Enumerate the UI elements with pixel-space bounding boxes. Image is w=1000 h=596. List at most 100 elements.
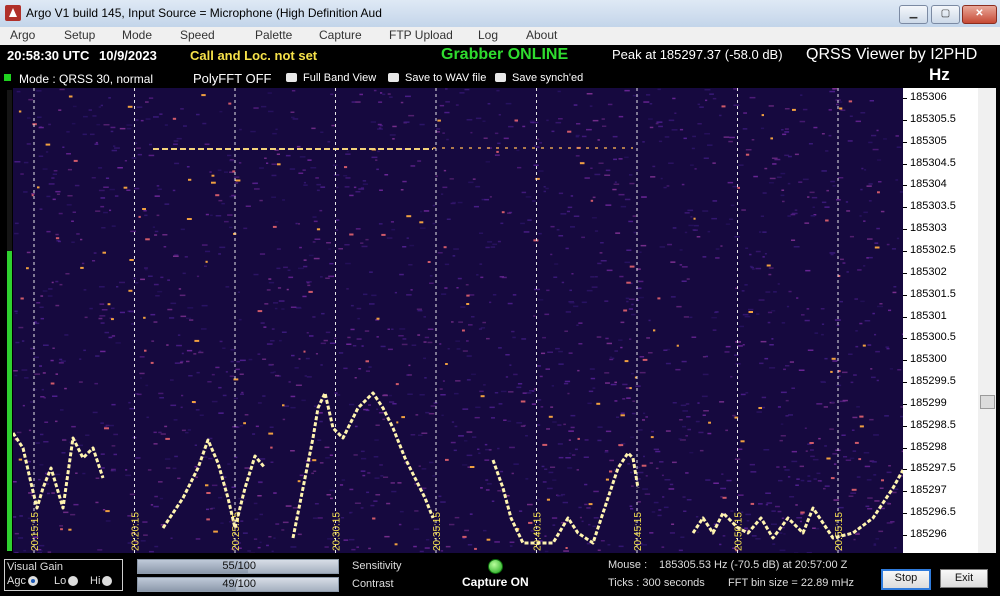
radio-icon[interactable] (102, 576, 113, 586)
freq-tick (903, 447, 907, 449)
status-panel: Visual Gain Agc Lo Hi 55/100 49/100 Sens… (0, 553, 1000, 596)
hi-radio[interactable]: Hi (90, 575, 113, 587)
level-meter (7, 90, 12, 551)
menu-palette[interactable]: Palette (255, 28, 292, 42)
brand-label: QRSS Viewer by I2PHD (806, 46, 978, 63)
checkbox-icon[interactable] (286, 73, 297, 82)
freq-tick (903, 469, 907, 471)
freq-label: 185296 (910, 528, 947, 540)
frequency-axis: 185306 185305.5 185305 185304.5 185304 185303… (903, 88, 978, 553)
full-band-view-checkbox[interactable]: Full Band View (286, 72, 376, 84)
freq-label: 185298 (910, 440, 947, 453)
app-icon[interactable] (5, 5, 21, 21)
title-bar: Argo V1 build 145, Input Source = Microp… (0, 0, 1000, 28)
freq-label: 185296.5 (910, 506, 956, 519)
menu-capture[interactable]: Capture (319, 28, 362, 42)
minimize-icon: ▁ (909, 8, 918, 19)
freq-label: 185297.5 (910, 462, 956, 475)
spectrogram-background (13, 88, 903, 553)
freq-tick (903, 272, 907, 274)
time-label: 20:45:15 (633, 512, 644, 551)
lo-radio[interactable]: Lo (54, 575, 79, 587)
freq-tick (903, 185, 907, 187)
freq-tick (903, 141, 907, 143)
mode-label: Mode : QRSS 30, normal (19, 72, 154, 86)
freq-label: 185305 (910, 134, 947, 147)
contrast-label: Contrast (352, 578, 394, 590)
mouse-readout: 185305.53 Hz (-70.5 dB) at 20:57:00 Z (659, 559, 848, 571)
contrast-slider[interactable]: 49/100 (137, 577, 339, 592)
freq-label: 185299.5 (910, 375, 956, 388)
visual-gain-label: Visual Gain (7, 561, 64, 573)
save-wav-checkbox[interactable]: Save to WAV file (388, 72, 486, 84)
scrollbar-thumb[interactable] (980, 394, 995, 409)
freq-tick (903, 338, 907, 340)
freq-label: 185298.5 (910, 418, 956, 431)
freq-tick (903, 229, 907, 231)
freq-label: 185302.5 (910, 243, 956, 256)
visual-gain-group: Visual Gain Agc Lo Hi (4, 559, 123, 591)
freq-label: 185303.5 (910, 200, 956, 213)
date: 10/9/2023 (99, 48, 157, 63)
freq-tick (903, 119, 907, 121)
menu-about[interactable]: About (526, 28, 557, 42)
menu-speed[interactable]: Speed (180, 28, 215, 42)
close-button[interactable]: ✕ (962, 5, 997, 24)
maximize-icon: ▢ (940, 8, 951, 19)
freq-tick (903, 316, 907, 318)
freq-tick (903, 207, 907, 209)
call-status: Call and Loc. not set (190, 48, 318, 63)
sensitivity-value: 55/100 (222, 560, 256, 572)
save-synched-checkbox[interactable]: Save synch'ed (495, 72, 583, 84)
sensitivity-label: Sensitivity (352, 560, 402, 572)
checkbox-icon[interactable] (495, 73, 506, 82)
freq-label: 185300 (910, 353, 947, 366)
freq-label: 185305.5 (910, 112, 956, 125)
menu-log[interactable]: Log (478, 28, 498, 42)
freq-tick (903, 360, 907, 362)
minimize-button[interactable]: ▁ (899, 5, 928, 24)
freq-label: 185306 (910, 91, 947, 103)
mouse-label: Mouse : (608, 559, 648, 571)
grabber-status: Grabber ONLINE (441, 46, 569, 63)
agc-radio[interactable]: Agc (7, 575, 38, 587)
menu-ftp-upload[interactable]: FTP Upload (389, 28, 453, 42)
time-label: 20:40:15 (533, 512, 544, 551)
capture-status: Capture ON (462, 575, 529, 589)
ticks-readout: Ticks : 300 seconds (608, 577, 705, 589)
lo-label: Lo (54, 575, 67, 587)
radio-selected-icon[interactable] (27, 576, 38, 586)
freq-label: 185304 (910, 178, 947, 191)
menu-setup[interactable]: Setup (64, 28, 95, 42)
freq-tick (903, 513, 907, 515)
exit-button[interactable]: Exit (940, 569, 988, 588)
polyfft-status[interactable]: PolyFFT OFF (193, 71, 271, 86)
units-label: Hz (929, 65, 950, 84)
freq-tick (903, 98, 907, 99)
stop-button[interactable]: Stop (881, 569, 931, 590)
spectrogram[interactable]: 20:15:15 20:20:15 20:25:15 20:30:15 20:35:15… (13, 88, 903, 553)
maximize-button[interactable]: ▢ (931, 5, 960, 24)
menu-argo[interactable]: Argo (10, 28, 35, 42)
freq-label: 185303 (910, 222, 947, 235)
freq-tick (903, 163, 907, 165)
checkbox-icon[interactable] (388, 73, 399, 82)
frequency-scrollbar[interactable] (978, 88, 996, 553)
full-band-view-label: Full Band View (303, 72, 377, 84)
utc-time: 20:58:30 UTC (7, 48, 90, 63)
sensitivity-slider[interactable]: 55/100 (137, 559, 339, 574)
contrast-value: 49/100 (222, 578, 256, 590)
freq-tick (903, 491, 907, 493)
freq-tick (903, 535, 907, 536)
freq-label: 185302 (910, 265, 947, 278)
freq-label: 185301.5 (910, 287, 956, 300)
peak-readout: Peak at 185297.37 (-58.0 dB) (612, 47, 783, 62)
radio-icon[interactable] (68, 576, 79, 586)
menu-bar: Argo Setup Mode Speed Palette Capture FT… (0, 27, 1000, 46)
capture-led-icon (488, 559, 503, 574)
menu-mode[interactable]: Mode (122, 28, 152, 42)
time-label: 20:20:15 (131, 512, 142, 551)
close-icon: ✕ (975, 8, 984, 19)
level-meter-fill (7, 251, 12, 551)
window-title: Argo V1 build 145, Input Source = Microp… (26, 6, 382, 20)
